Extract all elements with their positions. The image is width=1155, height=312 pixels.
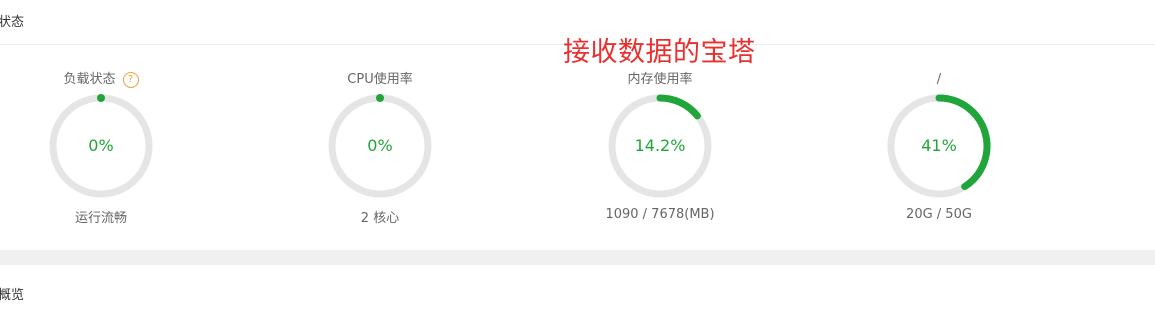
gauge-ring: 0% <box>49 94 153 198</box>
status-section-title: 状态 <box>0 15 25 30</box>
gauge-value: 14.2% <box>634 136 686 155</box>
overview-panel <box>0 265 1155 312</box>
gauge-subtitle: 20G / 50G <box>906 207 972 222</box>
section-separator <box>0 250 1155 265</box>
gauge-title: CPU使用率 <box>347 72 413 87</box>
overview-section-title: 概览 <box>0 288 25 303</box>
status-panel: 状态 接收数据的宝塔 负载状态? 0% 运行流畅 CPU使用率 0% 2 核心 <box>0 0 1155 250</box>
annotation-label: 接收数据的宝塔 <box>563 37 756 68</box>
gauge-title: 内存使用率 <box>627 72 693 87</box>
gauge-load[interactable]: 负载状态? 0% 运行流畅 <box>21 70 181 230</box>
help-icon[interactable]: ? <box>122 72 139 88</box>
gauge-title: / <box>936 72 942 87</box>
gauge-disk[interactable]: / 41% 20G / 50G <box>859 70 1019 230</box>
gauge-ring: 0% <box>328 94 432 198</box>
gauge-subtitle: 运行流畅 <box>74 211 127 226</box>
gauge-subtitle: 1090 / 7678(MB) <box>605 207 715 222</box>
gauge-ring: 41% <box>887 94 991 198</box>
gauge-value: 0% <box>367 136 393 155</box>
gauge-cpu[interactable]: CPU使用率 0% 2 核心 <box>300 70 460 230</box>
gauge-subtitle: 2 核心 <box>360 211 400 226</box>
gauge-value: 41% <box>921 136 957 155</box>
gauge-memory[interactable]: 内存使用率 14.2% 1090 / 7678(MB) <box>580 70 740 230</box>
gauge-title: 负载状态? <box>21 70 181 90</box>
gauge-ring: 14.2% <box>608 94 712 198</box>
gauge-title-text: 负载状态 <box>63 72 116 87</box>
gauge-value: 0% <box>88 136 114 155</box>
